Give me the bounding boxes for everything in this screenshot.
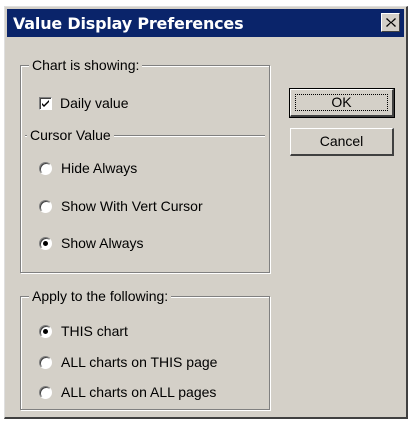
cancel-button[interactable]: Cancel <box>290 128 394 156</box>
value-display-preferences-dialog: Value Display Preferences Chart is showi… <box>4 6 408 419</box>
radio-row-all-charts-all-pages[interactable]: ALL charts on ALL pages <box>39 382 216 402</box>
cancel-button-label: Cancel <box>319 133 364 149</box>
daily-value-checkbox-row[interactable]: Daily value <box>39 93 128 113</box>
all-charts-all-pages-radio[interactable] <box>39 385 52 399</box>
ok-button[interactable]: OK <box>289 88 395 118</box>
show-always-label: Show Always <box>61 235 144 251</box>
radio-selected-dot <box>43 328 48 334</box>
radio-row-this-chart[interactable]: THIS chart <box>39 321 128 341</box>
radio-row-hide-always[interactable]: Hide Always <box>39 158 137 178</box>
apply-to-group: Apply to the following: THIS chart ALL c… <box>20 288 270 410</box>
title-bar[interactable]: Value Display Preferences <box>7 9 404 37</box>
cursor-value-group: Cursor Value Hide Always Show With Vert … <box>25 127 265 269</box>
chart-showing-legend: Chart is showing: <box>29 57 143 73</box>
close-button[interactable] <box>381 13 400 32</box>
checkmark-icon <box>42 99 49 107</box>
radio-row-show-with-vert-cursor[interactable]: Show With Vert Cursor <box>39 196 203 216</box>
apply-to-legend: Apply to the following: <box>29 288 172 304</box>
show-with-vert-cursor-label: Show With Vert Cursor <box>61 198 203 214</box>
hide-always-radio[interactable] <box>39 161 52 175</box>
daily-value-checkbox[interactable] <box>39 96 52 110</box>
hide-always-label: Hide Always <box>61 160 138 176</box>
this-chart-label: THIS chart <box>61 323 128 339</box>
show-with-vert-cursor-radio[interactable] <box>39 199 52 213</box>
close-icon <box>386 18 396 27</box>
show-always-radio[interactable] <box>39 236 52 250</box>
cursor-value-legend: Cursor Value <box>27 127 114 143</box>
all-charts-all-pages-label: ALL charts on ALL pages <box>61 384 217 400</box>
focus-rectangle <box>295 94 388 111</box>
radio-row-all-charts-this-page[interactable]: ALL charts on THIS page <box>39 352 217 372</box>
all-charts-this-page-label: ALL charts on THIS page <box>61 354 218 370</box>
radio-selected-dot <box>43 240 48 246</box>
all-charts-this-page-radio[interactable] <box>39 355 52 369</box>
daily-value-label: Daily value <box>60 95 129 111</box>
radio-row-show-always[interactable]: Show Always <box>39 233 143 253</box>
chart-showing-group: Chart is showing: Daily value Cursor Val… <box>20 57 270 273</box>
window-title: Value Display Preferences <box>13 14 244 33</box>
this-chart-radio[interactable] <box>39 324 52 338</box>
